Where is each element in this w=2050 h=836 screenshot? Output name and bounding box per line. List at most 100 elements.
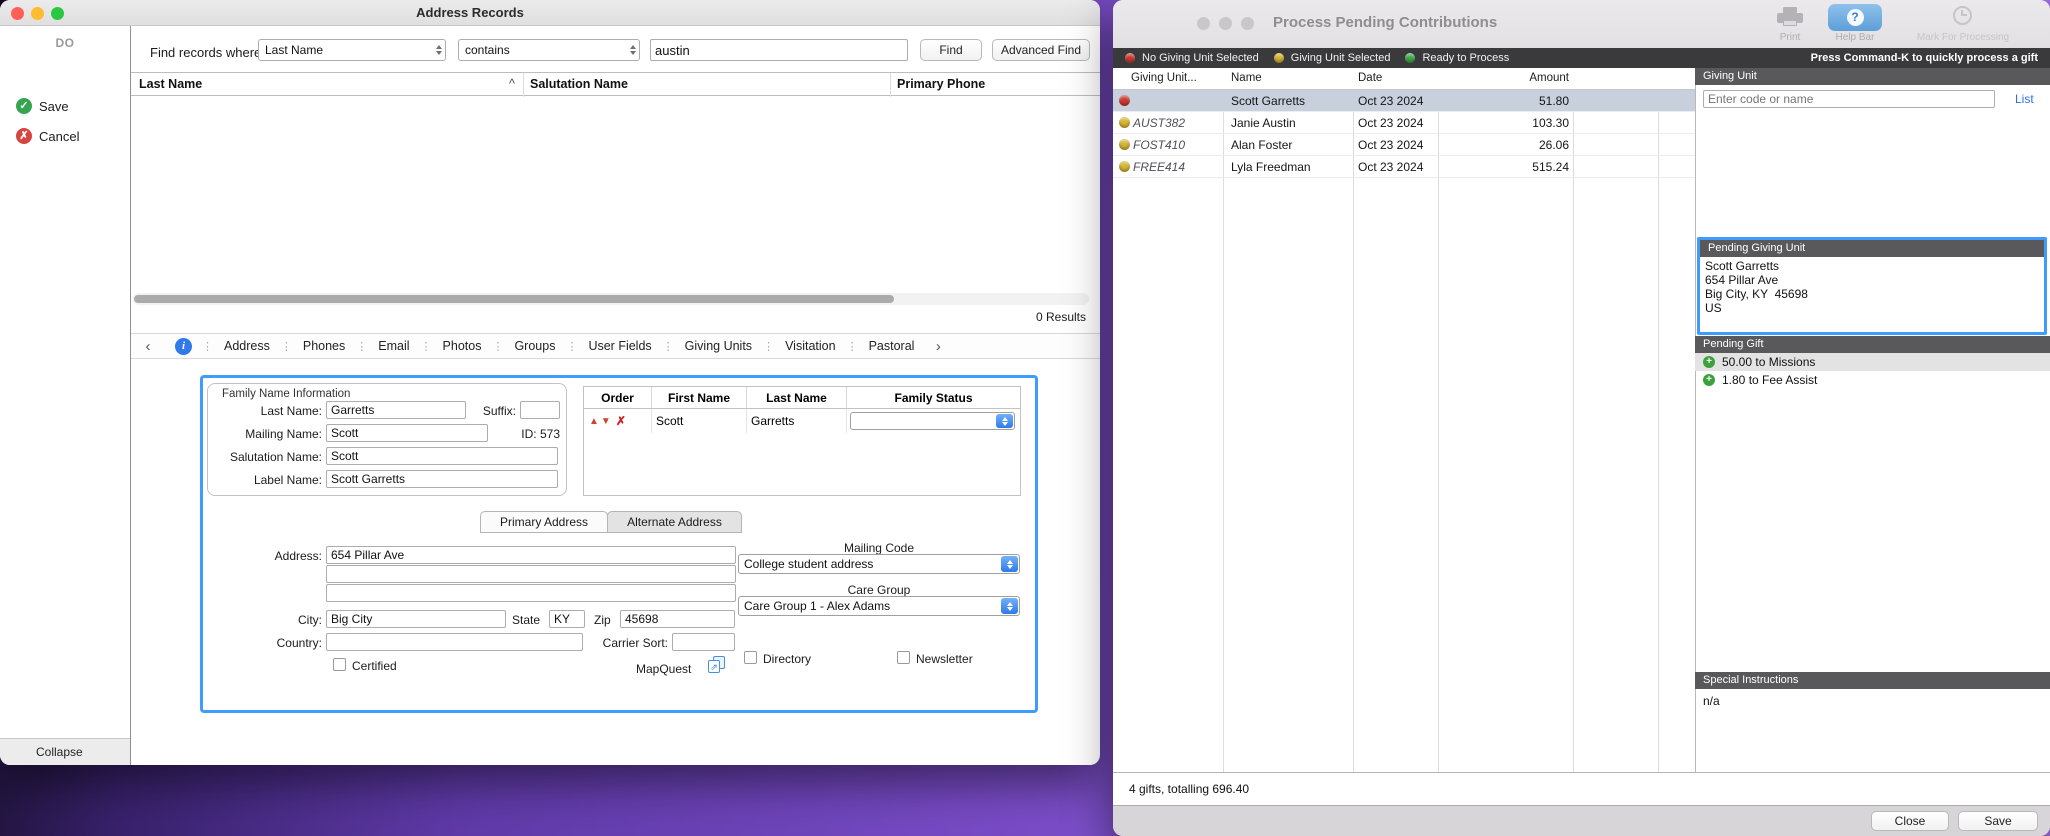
save-button[interactable]: ✓ Save [16,98,69,114]
group-title: Family Name Information [222,388,350,400]
tab-address[interactable]: Address [213,339,281,353]
country-field[interactable] [326,633,583,651]
member-first-name-cell: Scott [652,409,747,433]
dropdown-chevrons-icon [996,414,1013,428]
care-group-dropdown[interactable]: Care Group 1 - Alex Adams [738,596,1020,616]
tabs-scroll-left-button[interactable]: ‹ [135,338,161,355]
move-up-icon[interactable]: ▲ [589,416,599,427]
column-header-giving-unit[interactable]: Giving Unit... [1131,72,1197,84]
cancel-button[interactable]: ✗ Cancel [16,128,79,144]
tab-photos[interactable]: Photos [432,339,493,353]
state-field[interactable] [549,610,585,628]
care-group-label: Care Group [738,583,1020,597]
list-link[interactable]: List [2015,92,2034,106]
search-input[interactable] [650,39,908,61]
collapse-button[interactable]: Collapse [0,738,130,765]
mailing-code-dropdown[interactable]: College student address [738,554,1020,574]
carrier-sort-field[interactable] [672,633,735,651]
members-column-last-name[interactable]: Last Name [747,387,847,408]
mailing-name-field[interactable] [326,424,488,442]
process-pending-contributions-window: Process Pending Contributions Print ? He… [1113,0,2050,836]
suffix-label: Suffix: [468,404,516,418]
close-button[interactable]: Close [1871,811,1949,831]
salutation-name-field[interactable] [326,447,558,465]
member-row[interactable]: ▲ ▼ ✗ Scott Garretts [584,409,1020,433]
carrier-sort-label: Carrier Sort: [588,636,668,650]
pending-gift-item[interactable]: + 50.00 to Missions [1695,353,2050,371]
family-status-dropdown[interactable] [850,412,1015,430]
address-line1-field[interactable] [326,546,736,564]
column-header-name[interactable]: Name [1231,72,1262,84]
zip-field[interactable] [620,610,735,628]
scrollbar-thumb[interactable] [134,295,894,303]
newsletter-label: Newsletter [916,652,973,666]
giving-unit-header: Giving Unit [1695,68,2050,85]
contribution-amount: 26.06 [1443,138,1569,152]
giving-unit-search-input[interactable] [1703,90,1995,108]
mapquest-icon[interactable]: ⇗ [706,656,728,675]
find-operator-dropdown[interactable]: contains [458,39,640,61]
tab-groups[interactable]: Groups [503,339,566,353]
tab-primary-address[interactable]: Primary Address [480,511,608,533]
contribution-row[interactable]: AUST382 Janie Austin Oct 23 2024 103.30 [1113,112,1695,134]
tab-user-fields[interactable]: User Fields [577,339,662,353]
remove-member-icon[interactable]: ✗ [616,414,626,428]
tab-separator-icon: ⋮ [421,340,432,353]
tab-email[interactable]: Email [367,339,420,353]
tab-alternate-address[interactable]: Alternate Address [607,511,742,533]
contribution-amount: 515.24 [1443,160,1569,174]
pending-giving-unit-country: US [1705,301,1722,315]
results-count: 0 Results [1036,310,1086,324]
members-column-order[interactable]: Order [584,387,652,408]
certified-checkbox[interactable] [333,658,346,671]
contribution-date: Oct 23 2024 [1358,138,1423,152]
members-column-family-status[interactable]: Family Status [847,387,1020,408]
question-mark-icon: ? [1847,9,1864,26]
members-column-first-name[interactable]: First Name [652,387,747,408]
find-button[interactable]: Find [920,39,982,61]
address-line3-field[interactable] [326,584,736,602]
address-line2-field[interactable] [326,565,736,583]
column-header-date[interactable]: Date [1358,72,1382,84]
tab-giving-units[interactable]: Giving Units [674,339,763,353]
tab-separator-icon: ⋮ [281,340,292,353]
column-header-primary-phone[interactable]: Primary Phone [897,77,985,91]
tab-phones[interactable]: Phones [292,339,356,353]
mailing-code-value: College student address [744,557,873,571]
legend-no-giving-unit: No Giving Unit Selected [1142,52,1259,64]
column-divider [890,73,891,97]
find-operator-value: contains [465,43,510,57]
members-table-header: Order First Name Last Name Family Status [584,387,1020,409]
move-down-icon[interactable]: ▼ [601,416,611,427]
close-traffic-light[interactable] [1197,17,1210,30]
red-status-icon [1119,95,1130,106]
label-name-field[interactable] [326,470,558,488]
last-name-field[interactable] [326,401,466,419]
pending-gift-item[interactable]: + 1.80 to Fee Assist [1695,371,2050,389]
contribution-row[interactable]: Scott Garretts Oct 23 2024 51.80 [1113,90,1695,112]
contribution-row[interactable]: FOST410 Alan Foster Oct 23 2024 26.06 [1113,134,1695,156]
column-header-last-name[interactable]: Last Name [139,77,202,91]
tabs-scroll-right-button[interactable]: › [925,338,951,355]
tab-pastoral[interactable]: Pastoral [858,339,926,353]
dropdown-chevrons-icon [1001,598,1018,614]
zoom-traffic-light[interactable] [1241,17,1254,30]
info-icon[interactable]: i [175,338,192,355]
sort-ascending-icon[interactable]: ^ [509,77,515,91]
minimize-traffic-light[interactable] [1219,17,1232,30]
section-tabbar: ‹ i ⋮ Address ⋮ Phones ⋮ Email ⋮ Photos … [131,333,1100,359]
newsletter-checkbox[interactable] [897,651,910,664]
city-field[interactable] [326,610,506,628]
find-field-dropdown[interactable]: Last Name [258,39,446,61]
last-name-label: Last Name: [207,404,322,418]
horizontal-scrollbar[interactable] [133,293,1089,305]
suffix-field[interactable] [520,401,560,419]
contribution-row[interactable]: FREE414 Lyla Freedman Oct 23 2024 515.24 [1113,156,1695,178]
tab-visitation[interactable]: Visitation [774,339,847,353]
column-header-amount[interactable]: Amount [1443,72,1569,84]
save-button[interactable]: Save [1958,811,2038,831]
directory-checkbox[interactable] [744,651,757,664]
column-header-salutation-name[interactable]: Salutation Name [530,77,628,91]
city-label: City: [240,613,322,627]
advanced-find-button[interactable]: Advanced Find [992,39,1090,61]
